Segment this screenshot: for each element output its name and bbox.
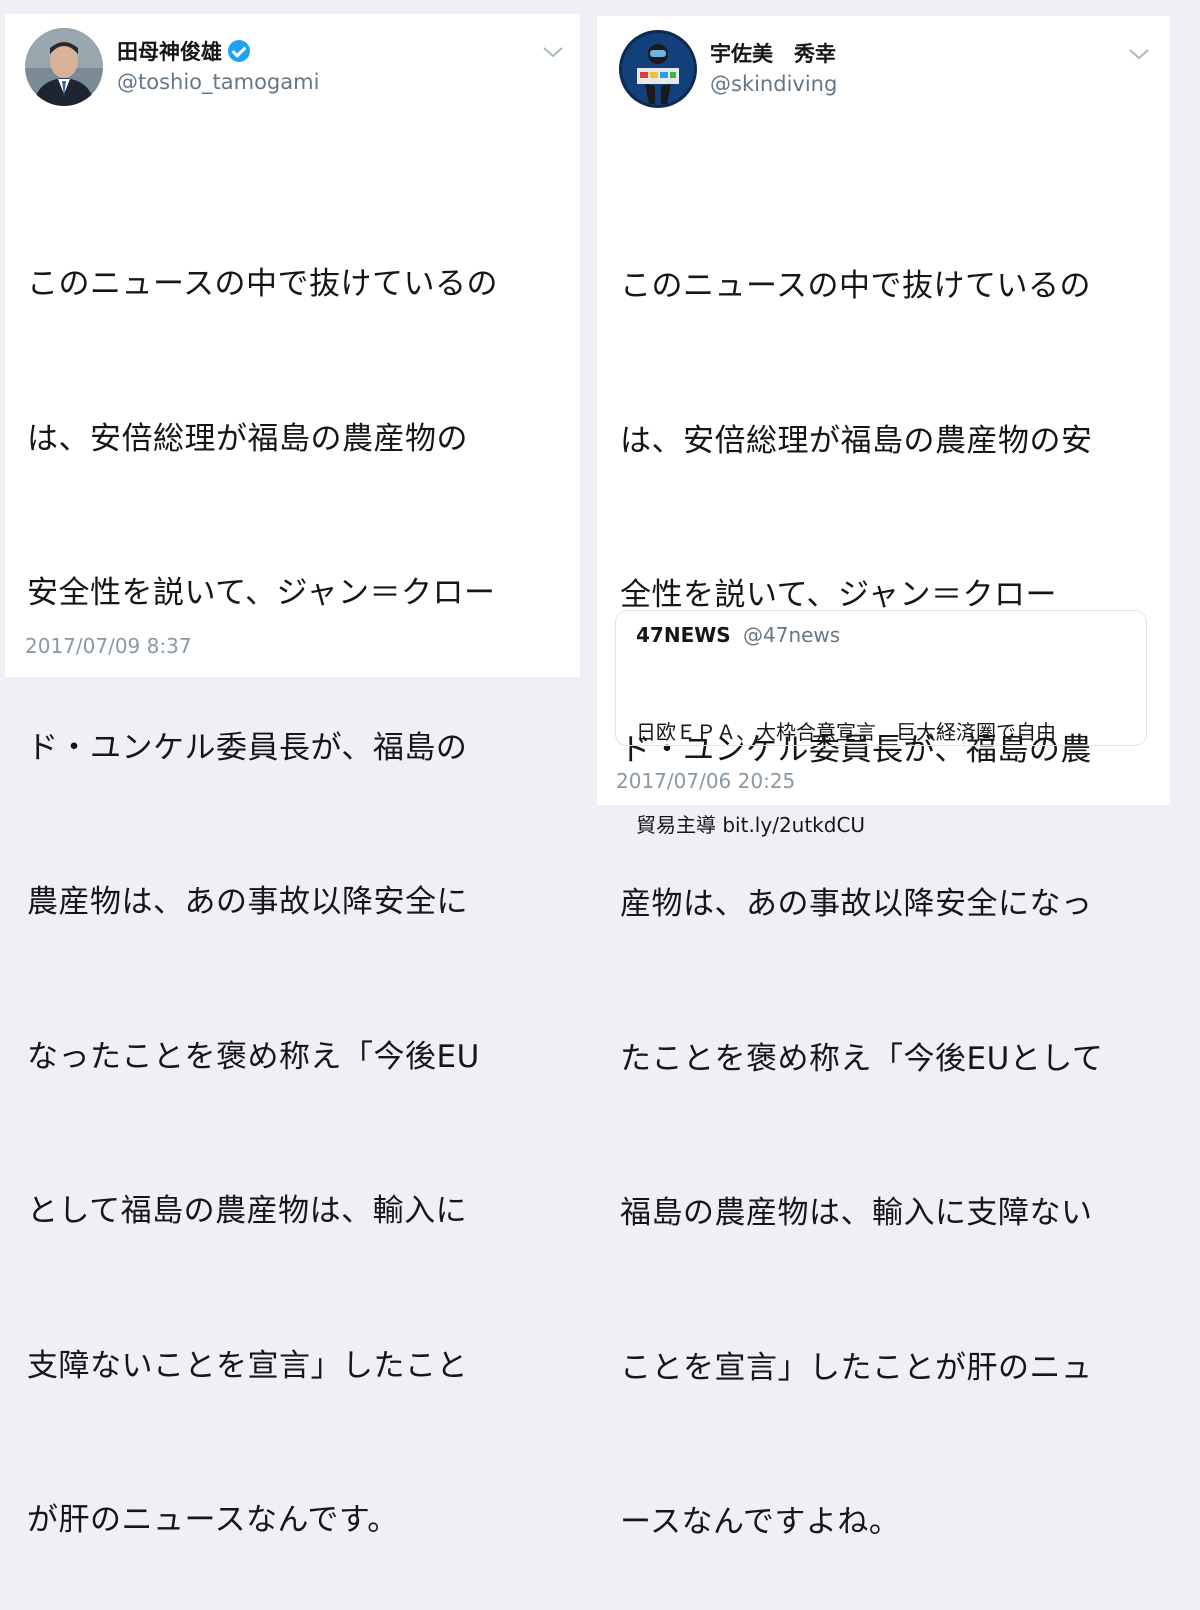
verified-badge-icon (228, 40, 250, 62)
tweet-text: このニュースの中で抜けているの は、安倍総理が福島の農産物の 安全性を説いて、ジ… (27, 156, 498, 1610)
author-name[interactable]: 田母神俊雄 (117, 36, 250, 66)
author-name[interactable]: 宇佐美 秀幸 (710, 38, 836, 68)
tweet-card-skindiving[interactable]: 宇佐美 秀幸 @skindiving このニュースの中で抜けているの は、安倍総… (597, 16, 1170, 1540)
author-handle[interactable]: @toshio_tamogami (117, 70, 319, 94)
author-name-text: 田母神俊雄 (117, 40, 222, 64)
tweet-line: として福島の農産物は、輸入に (27, 1193, 468, 1229)
portrait-avatar-icon[interactable] (25, 28, 103, 106)
chevron-down-icon[interactable] (541, 44, 565, 60)
tweet-line: ースなんですよね。 (620, 1504, 901, 1540)
tweet-card-tamogami[interactable]: 田母神俊雄 @toshio_tamogami このニュースの中で抜けているの は… (5, 14, 580, 1538)
tweet-line: 福島の農産物は、輸入に支障ない (620, 1195, 1093, 1231)
tweet-line: は、安倍総理が福島の農産物の安 (620, 422, 1093, 459)
tweet-line: このニュースの中で抜けているの (620, 268, 1091, 304)
tweet-line: たことを褒め称え「今後EUとして (620, 1040, 1104, 1077)
tweet-line: が肝のニュースなんです。 (27, 1502, 399, 1538)
diver-avatar-icon[interactable] (619, 30, 697, 108)
tweet-line: 農産物は、あの事故以降安全に (27, 884, 468, 920)
quoted-author-name: 47NEWS (636, 623, 731, 647)
tweet-timestamp[interactable]: 2017/07/06 20:25 (616, 769, 795, 793)
quoted-tweet[interactable]: 47NEWS @47news 日欧ＥＰＡ、大枠合意宣言 巨大経済圏で自由 貿易主… (615, 610, 1147, 837)
tweet-line: は、安倍総理が福島の農産物の (27, 420, 468, 457)
tweet-timestamp[interactable]: 2017/07/09 8:37 (25, 634, 192, 658)
tweet-line: 支障ないことを宣言」したこと (27, 1347, 468, 1384)
author-handle[interactable]: @skindiving (710, 72, 837, 96)
tweet-line: なったことを褒め称え「今後EU (27, 1038, 480, 1075)
quoted-line: 日欧ＥＰＡ、大枠合意宣言 巨大経済圏で自由 (636, 720, 1056, 744)
quoted-line: 貿易主導 bit.ly/2utkdCU (636, 813, 866, 837)
tweet-line: 安全性を説いて、ジャン＝クロー (27, 575, 496, 611)
quoted-author-handle: @47news (743, 623, 841, 647)
tweet-line: ことを宣言」したことが肝のニュ (620, 1349, 1093, 1386)
tweet-line: ド・ユンケル委員長が、福島の (27, 729, 468, 766)
tweet-line: このニュースの中で抜けているの (27, 266, 498, 302)
chevron-down-icon[interactable] (1127, 46, 1151, 62)
